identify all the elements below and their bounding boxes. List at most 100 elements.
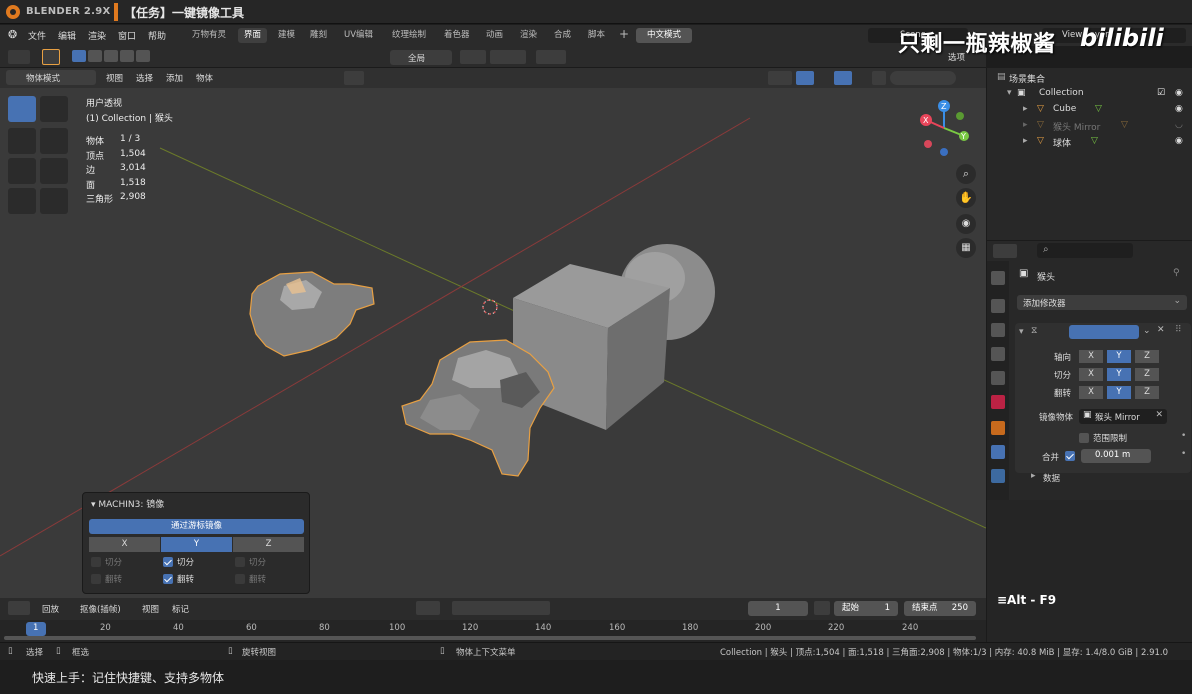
- expand-icon[interactable]: ▸: [1023, 136, 1028, 146]
- tab-workspace-0[interactable]: 万物有灵: [186, 28, 232, 43]
- mirror-by-cursor-button[interactable]: 通过游标镜像: [89, 519, 304, 534]
- record-icon[interactable]: [416, 601, 440, 615]
- current-frame-field[interactable]: 1: [748, 601, 808, 616]
- proportional-edit-icon[interactable]: [536, 50, 566, 64]
- monkey-object[interactable]: [401, 339, 555, 477]
- flip-z-checkbox[interactable]: [235, 574, 245, 584]
- flip-z-toggle[interactable]: Z: [1135, 386, 1159, 399]
- data-section-label[interactable]: 数据: [1043, 472, 1060, 484]
- viewport-menu-object[interactable]: 物体: [196, 72, 213, 84]
- measure-tool[interactable]: [40, 188, 68, 214]
- eye-icon[interactable]: ◉: [1175, 104, 1183, 114]
- bisect-x-toggle[interactable]: X: [1079, 368, 1103, 381]
- select-tool-icon[interactable]: [42, 49, 60, 65]
- axis-y-button[interactable]: Y: [161, 537, 232, 552]
- object-mode-dropdown[interactable]: 物体模式: [6, 70, 96, 85]
- menu-render[interactable]: 渲染: [88, 29, 106, 42]
- output-tab-icon[interactable]: [991, 323, 1005, 337]
- tool-tab-icon[interactable]: [991, 271, 1005, 285]
- range-limit-checkbox[interactable]: [1079, 433, 1089, 443]
- drag-handle-icon[interactable]: ⠿: [1175, 325, 1182, 335]
- outliner-scene-collection[interactable]: ▤ 场景集合: [987, 69, 1192, 85]
- flip-y-toggle[interactable]: Y: [1107, 386, 1131, 399]
- expand-icon[interactable]: ▸: [1023, 120, 1028, 130]
- properties-search-input[interactable]: ⌕: [1037, 243, 1133, 258]
- mirror-axis-x-toggle[interactable]: X: [1079, 350, 1103, 363]
- collapse-icon[interactable]: ▾: [1019, 327, 1024, 337]
- snap-icon[interactable]: [490, 50, 526, 64]
- add-workspace-icon[interactable]: +: [619, 27, 629, 41]
- clock-icon[interactable]: [814, 601, 830, 615]
- timeline-menu-playback[interactable]: 回放: [42, 603, 59, 615]
- eye-icon[interactable]: ◉: [1175, 136, 1183, 146]
- select-extend-icon[interactable]: [88, 50, 102, 62]
- axis-z-button[interactable]: Z: [233, 537, 304, 552]
- modifier-wrench-icon[interactable]: [991, 445, 1005, 459]
- keyframe-dot-icon[interactable]: •: [1181, 431, 1186, 441]
- mirror-axis-y-toggle[interactable]: Y: [1107, 350, 1131, 363]
- navigation-gizmo[interactable]: Z X Y: [914, 96, 974, 158]
- mirror-axis-z-toggle[interactable]: Z: [1135, 350, 1159, 363]
- chevron-down-icon[interactable]: ⌄: [1143, 326, 1151, 336]
- mirror-object-field[interactable]: ▣ 猴头 Mirror ✕: [1079, 409, 1167, 424]
- gizmo-neg-x-icon[interactable]: [924, 140, 932, 148]
- playback-controls[interactable]: [452, 601, 550, 615]
- tab-workspace-sculpt[interactable]: 雕刻: [304, 28, 333, 43]
- start-frame-field[interactable]: 起始 1: [834, 601, 898, 616]
- timeline-menu-keying[interactable]: 抠像(插帧): [80, 603, 121, 615]
- object-tab-icon[interactable]: [991, 421, 1005, 435]
- properties-editor-type-icon[interactable]: [993, 244, 1017, 258]
- timeline-menu-marker[interactable]: 标记: [172, 603, 189, 615]
- tab-workspace-modeling[interactable]: 建模: [272, 28, 301, 43]
- scale-tool[interactable]: [8, 158, 36, 184]
- shading-mode-group[interactable]: [890, 71, 956, 85]
- gizmo-toggle-icon[interactable]: [796, 71, 814, 85]
- eye-closed-icon[interactable]: ◡: [1175, 120, 1183, 130]
- visibility-icon[interactable]: [768, 71, 792, 85]
- viewport-menu-view[interactable]: 视图: [106, 72, 123, 84]
- outliner-row-sphere[interactable]: ▸ ▽ 球体 ▽ ◉: [987, 133, 1192, 149]
- scene-tab-icon[interactable]: [991, 371, 1005, 385]
- world-tab-icon[interactable]: [991, 395, 1005, 409]
- pan-hand-icon[interactable]: ✋: [956, 188, 976, 208]
- select-invert-icon[interactable]: [120, 50, 134, 62]
- expand-icon[interactable]: ▸: [1023, 104, 1028, 114]
- outliner-row-cube[interactable]: ▸ ▽ Cube ▽ ◉: [987, 101, 1192, 117]
- tab-workspace-animation[interactable]: 动画: [480, 28, 509, 43]
- redo-panel-title[interactable]: ▾ MACHIN3: 镜像: [91, 497, 164, 510]
- viewport-menu-add[interactable]: 添加: [166, 72, 183, 84]
- tab-workspace-compositing[interactable]: 合成: [548, 28, 577, 43]
- select-subtract-icon[interactable]: [104, 50, 118, 62]
- outliner-row-collection[interactable]: ▾ ▣ Collection ☑ ◉: [987, 85, 1192, 101]
- chinese-mode-button[interactable]: 中文模式: [636, 28, 692, 43]
- menu-edit[interactable]: 编辑: [58, 29, 76, 42]
- render-tab-icon[interactable]: [991, 299, 1005, 313]
- cursor-tool[interactable]: [40, 96, 68, 122]
- timeline-menu-view[interactable]: 视图: [142, 603, 159, 615]
- zoom-icon[interactable]: ⌕: [956, 164, 976, 184]
- flip-x-checkbox[interactable]: [91, 574, 101, 584]
- gizmo-neg-z-icon[interactable]: [940, 148, 948, 156]
- viewport-menu-select[interactable]: 选择: [136, 72, 153, 84]
- timeline-editor-type-icon[interactable]: [8, 601, 30, 615]
- bisect-z-checkbox[interactable]: [235, 557, 245, 567]
- transform-orientation-dropdown[interactable]: 全局: [390, 50, 452, 65]
- bisect-y-toggle[interactable]: Y: [1107, 368, 1131, 381]
- view-layer-tab-icon[interactable]: [991, 347, 1005, 361]
- transform-tool[interactable]: [40, 158, 68, 184]
- perspective-grid-icon[interactable]: ▦: [956, 238, 976, 258]
- xray-icon[interactable]: [872, 71, 886, 85]
- tab-workspace-shading[interactable]: 着色器: [438, 28, 476, 43]
- select-box-tool[interactable]: [8, 96, 36, 122]
- select-new-icon[interactable]: [72, 50, 86, 62]
- bisect-y-checkbox[interactable]: [163, 557, 173, 567]
- tab-workspace-uv[interactable]: UV编辑: [338, 28, 379, 43]
- rotate-tool[interactable]: [40, 128, 68, 154]
- bisect-x-checkbox[interactable]: [91, 557, 101, 567]
- tab-workspace-rendering[interactable]: 渲染: [514, 28, 543, 43]
- move-tool[interactable]: [8, 128, 36, 154]
- editor-type-icon[interactable]: [8, 50, 30, 64]
- keyframe-dot-icon[interactable]: •: [1181, 449, 1186, 459]
- checkbox-icon[interactable]: ☑: [1157, 88, 1165, 98]
- annotate-tool[interactable]: [8, 188, 36, 214]
